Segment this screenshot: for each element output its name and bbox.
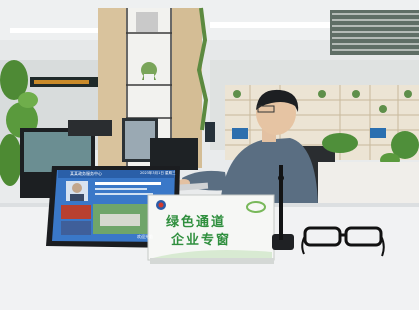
- wood-column: [98, 8, 126, 168]
- tablet-welcome-text: 欢迎光临: [137, 234, 153, 239]
- office-scene: [0, 0, 419, 310]
- ceiling-grid: [330, 10, 419, 55]
- tablet-header-text: 某某政务服务中心: [70, 171, 102, 176]
- sign-line-2: 企业专窗: [171, 233, 232, 248]
- photo-frame: 某某政务服务中心 2023年3月1日 星期三 欢迎光临 绿色通道 企业专窗: [0, 0, 419, 310]
- tablet-time-text: 2023年3月1日 星期三: [140, 171, 176, 175]
- sign-line-1: 绿色通道: [166, 215, 227, 230]
